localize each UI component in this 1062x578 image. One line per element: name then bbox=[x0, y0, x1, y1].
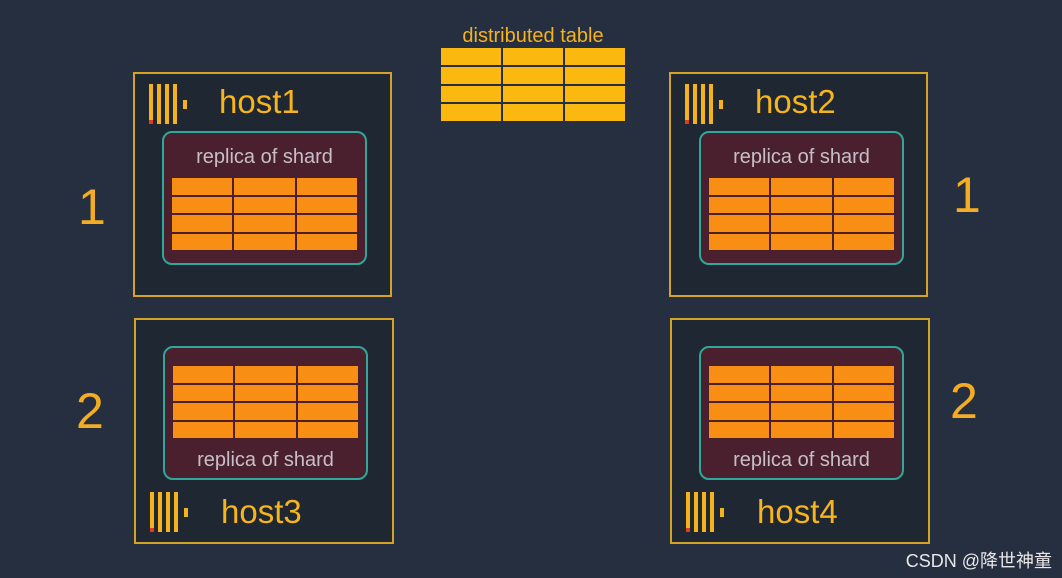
table-cell bbox=[172, 233, 233, 250]
table-cell bbox=[771, 421, 832, 438]
table-cell bbox=[297, 421, 358, 438]
shard-number-right-1: 1 bbox=[953, 167, 981, 223]
table-cell bbox=[503, 85, 563, 103]
table-cell bbox=[709, 421, 770, 438]
table-cell bbox=[296, 215, 357, 232]
table-cell bbox=[833, 384, 894, 401]
table-cell bbox=[441, 85, 501, 103]
table-cell bbox=[565, 85, 625, 103]
table-cell bbox=[833, 366, 894, 383]
table-cell bbox=[771, 384, 832, 401]
table-cell bbox=[296, 196, 357, 213]
table-cell bbox=[709, 366, 770, 383]
table-cell bbox=[833, 196, 894, 213]
table-cell bbox=[296, 178, 357, 195]
watermark: CSDN @降世神童 bbox=[905, 551, 1052, 571]
table-cell bbox=[235, 403, 296, 420]
table-cell bbox=[503, 66, 563, 84]
replica-label: replica of shard bbox=[196, 146, 333, 168]
table-cell bbox=[771, 178, 832, 195]
table-cell bbox=[296, 233, 357, 250]
replica-box: replica of shard bbox=[699, 346, 904, 480]
clickhouse-logo-icon bbox=[149, 84, 187, 124]
clickhouse-logo-icon bbox=[686, 492, 724, 532]
table-cell bbox=[172, 215, 233, 232]
table-cell bbox=[771, 196, 832, 213]
table-cell bbox=[297, 366, 358, 383]
table-cell bbox=[234, 215, 295, 232]
table-cell bbox=[172, 196, 233, 213]
table-cell bbox=[173, 366, 234, 383]
table-cell bbox=[565, 104, 625, 121]
table-cell bbox=[709, 403, 770, 420]
distributed-table bbox=[441, 48, 625, 121]
table-cell bbox=[173, 421, 234, 438]
table-cell bbox=[833, 421, 894, 438]
table-cell bbox=[771, 366, 832, 383]
table-cell bbox=[235, 421, 296, 438]
clickhouse-logo-icon bbox=[150, 492, 188, 532]
clickhouse-logo-icon bbox=[685, 84, 723, 124]
replica-label: replica of shard bbox=[733, 146, 870, 168]
replica-box: replica of shard bbox=[162, 131, 367, 265]
table-cell bbox=[833, 178, 894, 195]
table-cell bbox=[771, 215, 832, 232]
host-box-2: host2 replica of shard bbox=[669, 72, 928, 297]
shard-table bbox=[173, 366, 358, 438]
table-cell bbox=[173, 403, 234, 420]
table-cell bbox=[297, 384, 358, 401]
shard-table bbox=[172, 178, 357, 250]
table-cell bbox=[503, 104, 563, 121]
shard-table bbox=[709, 178, 894, 250]
table-cell bbox=[833, 403, 894, 420]
replica-label: replica of shard bbox=[197, 449, 334, 471]
table-cell bbox=[565, 48, 625, 65]
shard-number-right-2: 2 bbox=[950, 373, 978, 429]
table-cell bbox=[234, 178, 295, 195]
table-cell bbox=[771, 233, 832, 250]
host-box-3: replica of shard host3 bbox=[134, 318, 394, 544]
table-cell bbox=[565, 66, 625, 84]
table-cell bbox=[771, 403, 832, 420]
shard-number-left-1: 1 bbox=[78, 179, 106, 235]
table-cell bbox=[709, 178, 770, 195]
table-cell bbox=[234, 196, 295, 213]
table-cell bbox=[173, 384, 234, 401]
table-cell bbox=[709, 233, 770, 250]
table-cell bbox=[833, 233, 894, 250]
host-label: host4 bbox=[757, 493, 838, 530]
host-box-4: replica of shard host4 bbox=[670, 318, 930, 544]
table-cell bbox=[709, 384, 770, 401]
table-cell bbox=[235, 366, 296, 383]
table-cell bbox=[297, 403, 358, 420]
table-cell bbox=[709, 196, 770, 213]
replica-box: replica of shard bbox=[163, 346, 368, 480]
table-cell bbox=[833, 215, 894, 232]
distributed-table-title: distributed table bbox=[462, 25, 604, 47]
shard-number-left-2: 2 bbox=[76, 383, 104, 439]
host-label: host1 bbox=[219, 83, 300, 120]
host-label: host2 bbox=[755, 83, 836, 120]
replica-label: replica of shard bbox=[733, 449, 870, 471]
table-cell bbox=[441, 48, 501, 65]
table-cell bbox=[441, 66, 501, 84]
host-box-1: host1 replica of shard bbox=[133, 72, 392, 297]
host-label: host3 bbox=[221, 493, 302, 530]
table-cell bbox=[709, 215, 770, 232]
table-cell bbox=[503, 48, 563, 65]
table-cell bbox=[234, 233, 295, 250]
shard-table bbox=[709, 366, 894, 438]
table-cell bbox=[172, 178, 233, 195]
replica-box: replica of shard bbox=[699, 131, 904, 265]
table-cell bbox=[441, 104, 501, 121]
table-cell bbox=[235, 384, 296, 401]
